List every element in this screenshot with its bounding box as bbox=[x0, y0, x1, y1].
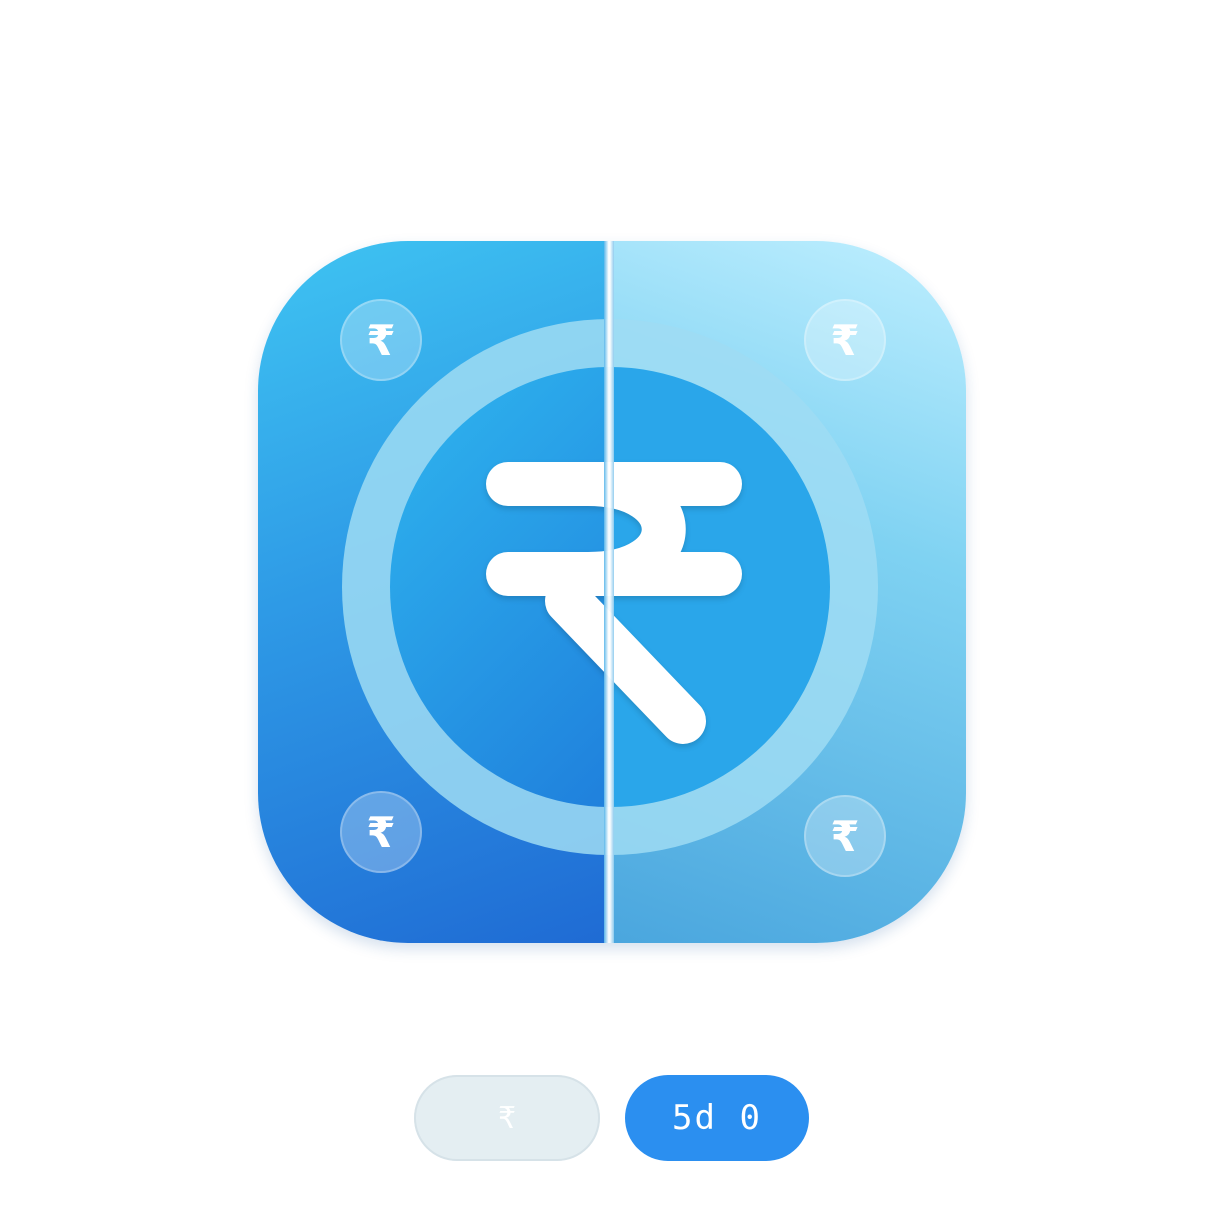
corner-rupee-icon-bottom-left: ₹ bbox=[340, 791, 422, 873]
canvas: ₹ ₹ ₹ ₹ ₹ 5d 0 bbox=[0, 0, 1220, 1220]
corner-rupee-icon-top-right: ₹ bbox=[804, 299, 886, 381]
left-pill-label: ₹ bbox=[497, 1100, 517, 1136]
rupee-split-app-icon[interactable]: ₹ ₹ ₹ ₹ bbox=[258, 241, 966, 943]
left-pill-button[interactable]: ₹ bbox=[414, 1075, 600, 1161]
right-pill-button[interactable]: 5d 0 bbox=[625, 1075, 809, 1161]
split-divider bbox=[604, 241, 614, 943]
corner-rupee-icon-top-left: ₹ bbox=[340, 299, 422, 381]
right-pill-label: 5d 0 bbox=[672, 1098, 762, 1138]
corner-rupee-icon-bottom-right: ₹ bbox=[804, 795, 886, 877]
